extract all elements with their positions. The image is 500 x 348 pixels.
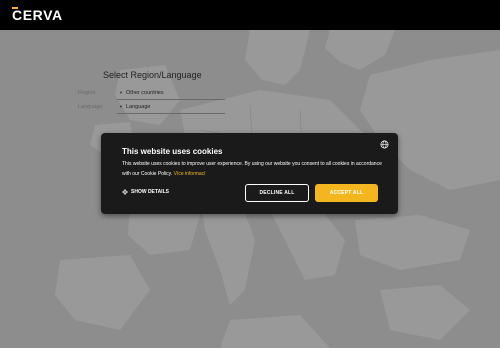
gear-icon (122, 189, 128, 195)
show-details-label: SHOW DETAILS (131, 189, 169, 195)
caret-icon: ▼ (119, 90, 123, 95)
language-label: Language (78, 104, 103, 110)
language-select-value: Language (126, 104, 151, 110)
cookie-more-info-link[interactable]: Více informací (174, 171, 206, 177)
language-select[interactable]: ▼ Language (117, 100, 225, 114)
caret-icon: ▼ (119, 104, 123, 109)
region-select-title: Select Region/Language (103, 70, 202, 80)
top-bar: CERVA (0, 0, 500, 30)
cookie-description: This website uses cookies to improve use… (122, 159, 384, 179)
globe-icon[interactable] (380, 140, 389, 149)
decline-all-button[interactable]: DECLINE ALL (245, 184, 309, 202)
logo-text: CERVA (12, 7, 63, 23)
cookie-banner: This website uses cookies This website u… (101, 133, 398, 214)
cerva-logo[interactable]: CERVA (12, 7, 63, 23)
cookie-title: This website uses cookies (122, 147, 223, 156)
show-details-button[interactable]: SHOW DETAILS (122, 189, 169, 195)
logo-accent-mark (12, 7, 18, 9)
accept-all-button[interactable]: ACCEPT ALL (315, 184, 378, 202)
region-label: Region (78, 90, 96, 96)
region-select-value: Other countries (126, 90, 164, 96)
cookie-description-text: This website uses cookies to improve use… (122, 161, 382, 177)
region-select[interactable]: ▼ Other countries (117, 86, 225, 100)
